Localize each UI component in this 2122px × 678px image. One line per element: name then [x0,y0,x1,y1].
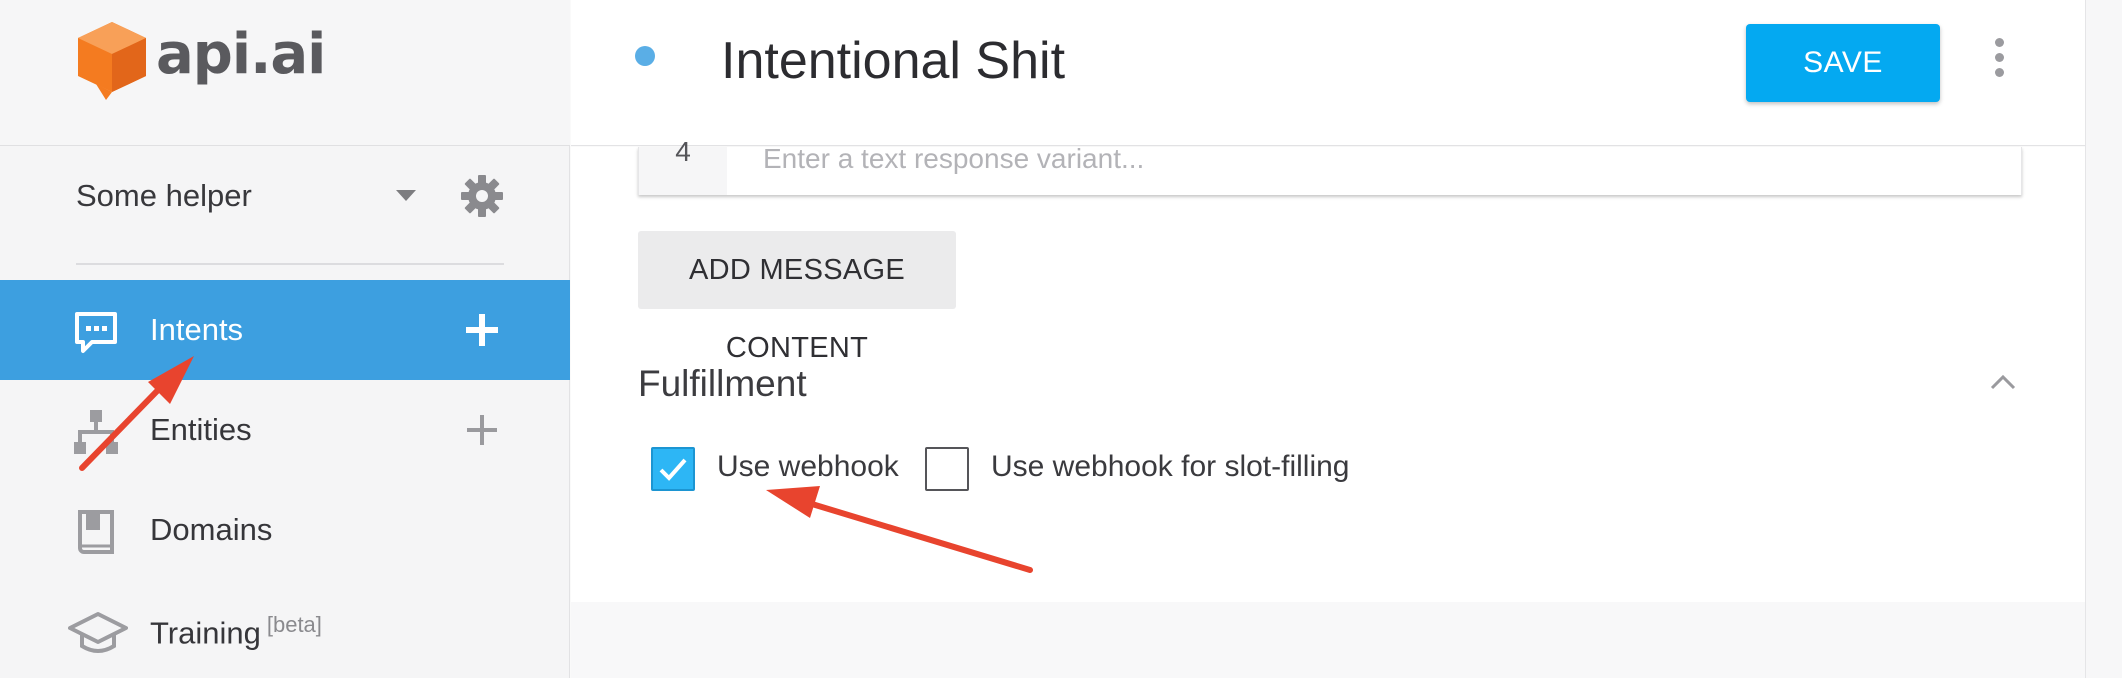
more-vertical-icon[interactable] [1991,38,2007,80]
sidebar-divider [76,263,504,265]
use-webhook-slot-filling-checkbox[interactable] [925,447,969,491]
response-number: 4 [639,138,727,195]
caret-down-icon[interactable] [396,190,416,201]
checkmark-icon [659,458,687,481]
use-webhook-slot-filling-label[interactable]: Use webhook for slot-filling [991,450,1350,484]
add-message-content-button[interactable]: ADD MESSAGE CONTENT [638,231,956,364]
right-scroll-edge [2085,0,2122,678]
sidebar-item-label: Domains [150,512,273,547]
sidebar-item-label: Intents [150,312,244,347]
sidebar-item-label: Entities [150,412,252,447]
hierarchy-icon [74,410,118,454]
agent-selector[interactable]: Some helper [76,166,516,226]
sidebar-item-domains[interactable]: Domains [0,480,570,580]
graduation-cap-icon [68,612,128,653]
beta-badge: [beta] [266,612,322,637]
save-button[interactable]: SAVE [1746,24,1940,102]
main-header: Intentional Shit SAVE [571,0,2085,146]
text-response-input[interactable] [727,139,2017,179]
gear-icon[interactable] [458,172,506,220]
logo-bar: api.ai [0,0,570,146]
chat-bubble-icon [75,312,117,353]
sidebar: api.ai Some helper Intents Entities Doma… [0,0,570,678]
use-webhook-checkbox[interactable] [651,447,695,491]
api-ai-logo-icon [78,22,146,100]
logo-text: api.ai [156,22,326,87]
sidebar-item-entities[interactable]: Entities [0,380,570,480]
book-icon [78,510,114,554]
text-response-row: 4 [638,138,2022,195]
status-dot [635,46,655,66]
sidebar-item-label: Training [beta] [150,612,322,651]
add-entity-icon[interactable] [464,412,500,448]
sidebar-item-intents[interactable]: Intents [0,280,570,380]
add-intent-icon[interactable] [464,312,500,348]
agent-name[interactable]: Some helper [76,178,252,214]
intent-editor: 4 ADD MESSAGE CONTENT Fulfillment Use we… [571,138,2085,602]
sidebar-item-training[interactable]: Training [beta] [0,580,570,678]
use-webhook-label[interactable]: Use webhook [717,450,899,484]
page-title[interactable]: Intentional Shit [721,30,1065,92]
chevron-up-icon[interactable] [1989,373,2017,391]
content-footer-area [571,602,2085,678]
fulfillment-title[interactable]: Fulfillment [638,363,807,405]
training-label: Training [150,615,261,651]
